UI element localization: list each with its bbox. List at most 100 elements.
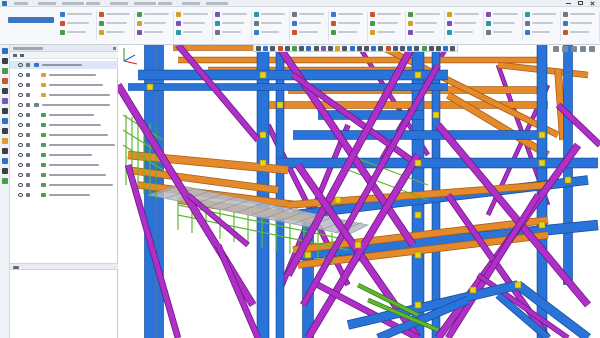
lock-icon[interactable] <box>26 143 30 147</box>
visibility-eye-icon[interactable] <box>18 183 23 187</box>
view-tool-icon[interactable] <box>364 46 369 51</box>
view-control-icon[interactable] <box>580 46 586 52</box>
connection-plate[interactable] <box>259 131 267 139</box>
side-tool-icon[interactable] <box>2 108 8 114</box>
lock-icon[interactable] <box>26 63 30 67</box>
connection-plate[interactable] <box>538 131 546 139</box>
view-tool-icon[interactable] <box>335 46 341 51</box>
ribbon-command-icon[interactable] <box>408 21 414 26</box>
lock-icon[interactable] <box>26 133 30 137</box>
ribbon-command-icon[interactable] <box>485 30 491 35</box>
ribbon-command-label[interactable] <box>492 22 515 24</box>
ribbon-command-icon[interactable] <box>447 21 453 26</box>
ribbon-command-label[interactable] <box>338 22 360 24</box>
ribbon-command-label[interactable] <box>570 31 589 33</box>
ribbon-command-label[interactable] <box>67 13 92 15</box>
ribbon-command-icon[interactable] <box>563 12 569 17</box>
side-tool-icon[interactable] <box>2 48 8 54</box>
ribbon-command-label[interactable] <box>570 22 592 24</box>
ribbon-command-icon[interactable] <box>369 21 375 26</box>
ribbon-command-label[interactable] <box>144 13 170 15</box>
tree-item[interactable] <box>10 181 118 189</box>
lock-icon[interactable] <box>26 73 30 77</box>
ribbon-command-label[interactable] <box>260 13 286 15</box>
ribbon-command-icon[interactable] <box>60 12 65 17</box>
ribbon-command-label[interactable] <box>221 13 247 15</box>
ribbon-command-label[interactable] <box>376 31 396 33</box>
ribbon-command-icon[interactable] <box>98 21 104 26</box>
diagonal-brace[interactable] <box>215 244 261 338</box>
lock-icon[interactable] <box>26 123 30 127</box>
menu-item[interactable] <box>158 2 172 5</box>
close-button[interactable] <box>587 0 598 7</box>
ribbon-command-label[interactable] <box>144 22 167 24</box>
ribbon-command-label[interactable] <box>454 31 473 33</box>
connection-plate[interactable] <box>146 83 154 91</box>
ribbon-command-label[interactable] <box>105 13 131 15</box>
view-tool-icon[interactable] <box>414 46 420 51</box>
side-tool-icon[interactable] <box>2 118 8 124</box>
ribbon-command-icon[interactable] <box>331 21 336 26</box>
connection-plate[interactable] <box>538 221 546 229</box>
view-tool-icon[interactable] <box>421 46 427 51</box>
view-tool-icon[interactable] <box>292 46 297 51</box>
menu-item[interactable] <box>206 2 228 5</box>
ribbon-command-icon[interactable] <box>485 21 491 26</box>
ribbon-command-label[interactable] <box>454 22 476 24</box>
view-tool-icon[interactable] <box>284 46 290 51</box>
lock-icon[interactable] <box>26 93 30 97</box>
ribbon-command-label[interactable] <box>492 13 518 15</box>
filter-icon[interactable] <box>13 54 17 57</box>
ribbon-command-icon[interactable] <box>563 30 569 35</box>
visibility-eye-icon[interactable] <box>18 123 23 127</box>
view-tool-icon[interactable] <box>392 46 398 51</box>
visibility-eye-icon[interactable] <box>18 153 23 157</box>
lock-icon[interactable] <box>26 153 30 157</box>
connection-plate[interactable] <box>259 71 267 79</box>
ribbon-command-icon[interactable] <box>524 30 530 35</box>
ribbon-command-label[interactable] <box>183 22 205 24</box>
side-tool-icon[interactable] <box>2 178 8 184</box>
view-tool-icon[interactable] <box>371 46 377 51</box>
ribbon-command-label[interactable] <box>299 31 318 33</box>
view-tool-icon[interactable] <box>407 46 413 51</box>
lock-icon[interactable] <box>26 113 30 117</box>
side-tool-icon[interactable] <box>2 98 8 104</box>
ribbon-command-icon[interactable] <box>408 12 414 17</box>
ribbon-command-label[interactable] <box>531 13 557 15</box>
side-tool-icon[interactable] <box>2 58 8 64</box>
menu-item[interactable] <box>62 2 84 5</box>
view-tool-icon[interactable] <box>400 46 405 51</box>
ribbon-command-icon[interactable] <box>137 21 143 26</box>
lock-icon[interactable] <box>26 163 30 167</box>
tree-item[interactable] <box>10 141 118 149</box>
connection-plate[interactable] <box>414 301 422 309</box>
ribbon-command-icon[interactable] <box>137 12 143 17</box>
menu-item[interactable] <box>134 2 156 5</box>
connection-plate[interactable] <box>564 176 572 184</box>
ribbon-command-icon[interactable] <box>563 21 569 26</box>
view-tool-icon[interactable] <box>299 46 305 51</box>
ribbon-command-label[interactable] <box>570 13 595 15</box>
ribbon-command-label[interactable] <box>492 31 512 33</box>
ribbon-command-icon[interactable] <box>253 21 259 26</box>
visibility-eye-icon[interactable] <box>18 93 23 97</box>
ribbon-command-label[interactable] <box>454 13 479 15</box>
ribbon-command-label[interactable] <box>105 22 128 24</box>
visibility-eye-icon[interactable] <box>18 113 23 117</box>
connection-plate[interactable] <box>276 101 284 109</box>
view-tool-icon[interactable] <box>256 46 261 51</box>
view-tool-icon[interactable] <box>378 46 384 51</box>
ribbon-command-icon[interactable] <box>447 30 453 35</box>
document-tab[interactable] <box>8 17 54 23</box>
visibility-eye-icon[interactable] <box>18 133 23 137</box>
ribbon-command-label[interactable] <box>183 31 202 33</box>
ribbon-command-label[interactable] <box>299 13 324 15</box>
view-tool-icon[interactable] <box>270 46 276 51</box>
tree-item[interactable] <box>10 91 118 99</box>
ribbon-command-label[interactable] <box>260 31 280 33</box>
ribbon-command-label[interactable] <box>67 22 89 24</box>
ribbon-command-label[interactable] <box>105 31 125 33</box>
side-tool-icon[interactable] <box>2 78 8 84</box>
ribbon-command-label[interactable] <box>338 31 357 33</box>
